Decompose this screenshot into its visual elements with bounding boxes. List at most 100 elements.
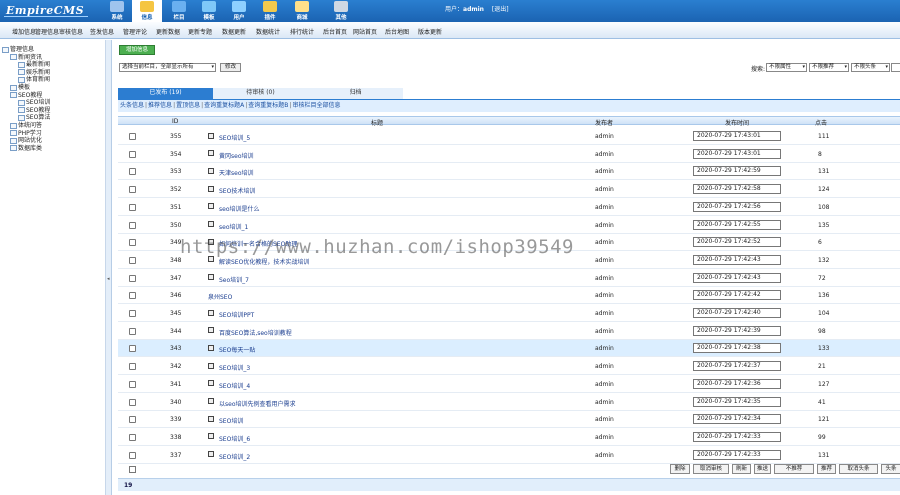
menu-item[interactable]: 管理信息: [35, 27, 59, 36]
column-select[interactable]: 选择当前栏目，全部显示所有: [119, 63, 216, 72]
topnav-system[interactable]: 系统: [102, 0, 132, 22]
menu-item[interactable]: 管理评论: [123, 27, 147, 36]
row-time-input[interactable]: 2020-07-29 17:42:59: [693, 166, 781, 177]
row-title-link[interactable]: SEO每天一贴: [219, 347, 255, 354]
row-title-link[interactable]: SEO培训_4: [219, 383, 250, 390]
menu-item[interactable]: 版本更新: [418, 27, 442, 36]
row-title-link[interactable]: Seo培训_7: [219, 277, 249, 284]
table-row[interactable]: 340 以seo培训先例查看用户需求 admin 2020-07-29 17:42:3…: [118, 394, 900, 411]
row-checkbox[interactable]: [129, 292, 136, 300]
row-checkbox[interactable]: [129, 398, 136, 406]
topnav-pencil[interactable]: 信息: [132, 0, 162, 22]
row-checkbox[interactable]: [129, 433, 136, 441]
row-time-input[interactable]: 2020-07-29 17:42:36: [693, 378, 781, 389]
col-time[interactable]: 发布时间: [725, 118, 749, 127]
topnav-shop[interactable]: 商城: [287, 0, 317, 22]
menu-item[interactable]: 后台首页: [323, 27, 347, 36]
row-time-input[interactable]: 2020-07-29 17:42:52: [693, 237, 781, 248]
topnav-plugin[interactable]: 插件: [255, 0, 285, 22]
filter-property-select[interactable]: 不限属性: [766, 63, 807, 72]
topnav-gear[interactable]: 其他: [326, 0, 356, 22]
row-title-link[interactable]: SEO培训: [219, 418, 243, 425]
row-title-link[interactable]: 天津seo培训: [219, 170, 254, 177]
row-checkbox[interactable]: [129, 416, 136, 424]
row-checkbox[interactable]: [129, 310, 136, 317]
row-time-input[interactable]: 2020-07-29 17:42:58: [693, 184, 781, 195]
table-row[interactable]: 351 seo培训是什么 admin 2020-07-29 17:42:56 108: [118, 199, 900, 216]
bulk-action-button[interactable]: 刷新: [732, 464, 751, 474]
username[interactable]: admin: [463, 6, 484, 13]
row-checkbox[interactable]: [129, 274, 136, 282]
bulk-action-button[interactable]: 取消头条: [839, 464, 878, 474]
table-row[interactable]: 345 SEO培训PPT admin 2020-07-29 17:42:40 104: [118, 305, 900, 322]
topnav-template[interactable]: 模板: [194, 0, 224, 22]
table-row[interactable]: 337 SEO培训_2 admin 2020-07-29 17:42:33 131: [118, 447, 900, 464]
row-time-input[interactable]: 2020-07-29 17:42:39: [693, 325, 781, 336]
table-row[interactable]: 338 SEO培训_6 admin 2020-07-29 17:42:33 99: [118, 429, 900, 446]
collapse-arrow-icon[interactable]: ◂: [107, 276, 110, 282]
menu-item[interactable]: 审核信息: [59, 27, 83, 36]
filter-recommend-select[interactable]: 不限推荐: [809, 63, 849, 72]
menu-item[interactable]: 后台地图: [385, 27, 409, 36]
row-checkbox[interactable]: [129, 327, 136, 335]
row-title-link[interactable]: seo培训是什么: [219, 206, 260, 213]
row-time-input[interactable]: 2020-07-29 17:42:43: [693, 272, 781, 283]
row-time-input[interactable]: 2020-07-29 17:42:43: [693, 254, 781, 265]
row-time-input[interactable]: 2020-07-29 17:43:01: [693, 131, 781, 141]
bulk-action-button[interactable]: 头条: [881, 464, 900, 474]
row-title-link[interactable]: 解读SEO优化教程，技术实战培训: [219, 259, 309, 266]
menu-item[interactable]: 更新专题: [188, 27, 212, 36]
select-all-checkbox[interactable]: [129, 466, 136, 473]
row-time-input[interactable]: 2020-07-29 17:42:33: [693, 431, 781, 442]
menu-item[interactable]: 增加信息: [12, 27, 36, 36]
table-row[interactable]: 354 黄冈seo培训 admin 2020-07-29 17:43:01 8: [118, 146, 900, 163]
table-row[interactable]: 342 SEO培训_3 admin 2020-07-29 17:42:37 21: [118, 358, 900, 376]
row-title-link[interactable]: SEO培训PPT: [219, 312, 254, 319]
row-time-input[interactable]: 2020-07-29 17:42:38: [693, 343, 781, 354]
menu-item[interactable]: 排行统计: [290, 27, 314, 36]
table-row[interactable]: 339 SEO培训 admin 2020-07-29 17:42:34 121: [118, 411, 900, 429]
row-checkbox[interactable]: [129, 221, 136, 229]
topnav-user[interactable]: 用户: [224, 0, 254, 22]
row-title-link[interactable]: SEO培训_3: [219, 365, 250, 372]
col-hits[interactable]: 点击: [815, 118, 827, 127]
row-checkbox[interactable]: [129, 203, 136, 211]
row-time-input[interactable]: 2020-07-29 17:42:40: [693, 308, 781, 318]
row-time-input[interactable]: 2020-07-29 17:42:37: [693, 361, 781, 372]
table-row[interactable]: 352 SEO技术培训 admin 2020-07-29 17:42:58 124: [118, 181, 900, 199]
tree-node[interactable]: 数据库类: [10, 143, 42, 152]
table-row[interactable]: 341 SEO培训_4 admin 2020-07-29 17:42:36 127: [118, 376, 900, 393]
quick-action-link[interactable]: 审核栏目全部信息: [292, 102, 340, 109]
row-checkbox[interactable]: [129, 363, 136, 371]
table-row[interactable]: 344 百度SEO算法,seo培训教程 admin 2020-07-29 17:42:…: [118, 323, 900, 340]
quick-action-link[interactable]: 推荐信息: [148, 102, 172, 109]
row-checkbox[interactable]: [129, 133, 136, 140]
bulk-action-button[interactable]: 取消审核: [693, 464, 729, 474]
table-row[interactable]: 353 天津seo培训 admin 2020-07-29 17:42:59 131: [118, 163, 900, 181]
bulk-action-button[interactable]: 推送: [754, 464, 771, 474]
row-time-input[interactable]: 2020-07-29 17:42:42: [693, 290, 781, 301]
set-button[interactable]: 修改: [220, 63, 241, 72]
table-row[interactable]: 346 泉州SEO admin 2020-07-29 17:42:42 136: [118, 287, 900, 305]
menu-item[interactable]: 签发信息: [90, 27, 114, 36]
row-checkbox[interactable]: [129, 239, 136, 247]
quick-action-link[interactable]: 头条信息: [120, 102, 144, 109]
table-row[interactable]: 343 SEO每天一贴 admin 2020-07-29 17:42:38 133: [118, 340, 900, 358]
menu-item[interactable]: 网站首页: [353, 27, 377, 36]
menu-item[interactable]: 数据更新: [222, 27, 246, 36]
row-checkbox[interactable]: [129, 380, 136, 388]
row-title-link[interactable]: seo培训_1: [219, 224, 248, 231]
quick-action-link[interactable]: 查询重复标题A: [204, 102, 244, 109]
row-title-link[interactable]: 以seo培训先例查看用户需求: [219, 401, 296, 408]
table-row[interactable]: 347 Seo培训_7 admin 2020-07-29 17:42:43 72: [118, 270, 900, 287]
filter-headline-select[interactable]: 不限头条: [851, 63, 890, 72]
tab-pending[interactable]: 待审核 (0): [213, 88, 308, 99]
quick-action-link[interactable]: 查询重复标题B: [248, 102, 288, 109]
row-time-input[interactable]: 2020-07-29 17:42:34: [693, 414, 781, 425]
row-title-link[interactable]: 百度SEO算法,seo培训教程: [219, 330, 292, 337]
add-info-button[interactable]: 增加信息: [119, 45, 155, 55]
row-time-input[interactable]: 2020-07-29 17:42:33: [693, 449, 781, 460]
table-row[interactable]: 350 seo培训_1 admin 2020-07-29 17:42:55 135: [118, 217, 900, 234]
row-time-input[interactable]: 2020-07-29 17:42:35: [693, 396, 781, 407]
col-id[interactable]: ID: [172, 118, 178, 125]
